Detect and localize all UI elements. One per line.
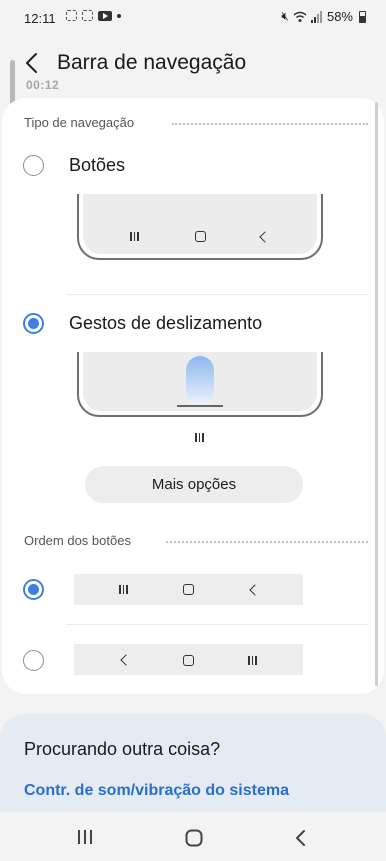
wifi-icon — [293, 11, 307, 22]
section-title: Tipo de navegação — [24, 115, 135, 130]
menu-icon — [248, 656, 257, 665]
menu-icon — [119, 585, 128, 594]
system-navigation-bar — [0, 812, 386, 861]
home-button-icon[interactable] — [185, 829, 203, 847]
dotted-line — [172, 123, 368, 125]
dotted-line — [166, 541, 368, 543]
app-header: Barra de navegação 00:12 — [0, 44, 386, 96]
screenshot-icon — [66, 10, 77, 21]
gesture-handle-icon — [177, 405, 223, 407]
divider — [66, 624, 368, 625]
preview-screen — [83, 194, 317, 254]
sound-vibration-link[interactable]: Contr. de som/vibração do sistema — [24, 782, 289, 800]
divider — [66, 294, 368, 295]
more-options-button[interactable]: Mais opções — [85, 466, 303, 503]
youtube-icon — [98, 10, 112, 21]
menu-icon — [130, 232, 139, 241]
radio-swipe-gestures[interactable] — [23, 313, 44, 334]
option-label: Botões — [69, 155, 126, 175]
page-title: Barra de navegação — [57, 51, 247, 74]
radio-order-2[interactable] — [23, 650, 44, 671]
home-icon — [183, 655, 194, 666]
back-button-icon[interactable] — [293, 829, 307, 847]
recording-timer: 00:12 — [26, 78, 60, 92]
edge-handle — [10, 60, 15, 106]
notification-icons — [66, 10, 121, 21]
section-header-navigation-type: Tipo de navegação — [24, 115, 134, 130]
battery-percent: 58% — [326, 9, 353, 24]
scrollbar[interactable] — [375, 102, 378, 686]
swipe-gesture-icon — [186, 356, 214, 404]
status-bar: 12:11 🔇︎ 58% — [0, 0, 386, 36]
back-arrow-icon[interactable] — [20, 48, 46, 78]
home-icon — [183, 584, 194, 595]
signal-icon — [310, 10, 322, 23]
battery-icon — [359, 10, 366, 23]
mute-icon: 🔇︎ — [281, 9, 289, 23]
system-icons: 🔇︎ 58% — [281, 9, 366, 24]
status-time: 12:11 — [24, 11, 56, 26]
radio-order-1[interactable] — [23, 579, 44, 600]
radio-buttons[interactable] — [23, 155, 44, 176]
home-icon — [195, 231, 206, 242]
suggestions-card — [0, 714, 386, 824]
screenshot-icon — [82, 10, 93, 21]
suggestions-heading: Procurando outra coisa? — [24, 739, 221, 759]
buttons-preview[interactable] — [77, 194, 323, 260]
section-header-button-order: Ordem dos botões — [24, 533, 131, 548]
gesture-hint-icon — [195, 433, 204, 442]
section-title: Ordem dos botões — [24, 533, 131, 548]
option-label: Gestos de deslizamento — [69, 313, 263, 333]
recent-apps-icon[interactable] — [76, 829, 94, 845]
more-notifications-icon — [117, 13, 121, 18]
